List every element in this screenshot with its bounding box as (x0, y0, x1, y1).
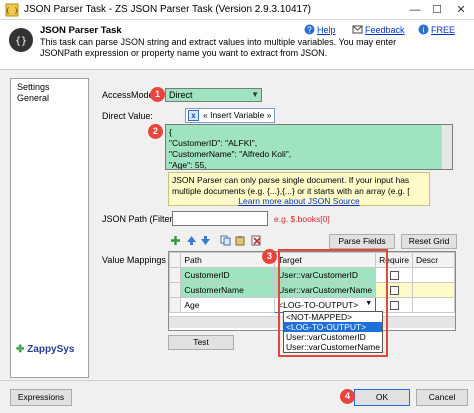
help-link[interactable]: Help (317, 25, 336, 35)
zappysys-logo: ✤ ZappySys (16, 344, 74, 355)
editor-line: "Age": 55, (169, 160, 207, 170)
direct-value-editor[interactable]: { "CustomerID": "ALFKI", "CustomerName":… (165, 124, 453, 170)
json-path-label: JSON Path (Filter) (102, 214, 176, 224)
value-mappings-label: Value Mappings (102, 255, 166, 265)
direct-value-label: Direct Value: (102, 111, 153, 121)
paste-icon[interactable] (235, 235, 246, 246)
require-checkbox[interactable] (389, 271, 399, 281)
path-cell[interactable]: CustomerID (180, 267, 276, 283)
step-badge-1: 1 (150, 87, 165, 102)
step-badge-3: 3 (262, 249, 277, 264)
feedback-icon (352, 25, 363, 34)
step-badge-4: 4 (340, 389, 355, 404)
editor-line: "CustomerID": "ALFKI", (169, 138, 258, 148)
step-badge-2: 2 (148, 124, 163, 139)
note-text: JSON Parser can only parse single docume… (172, 175, 410, 196)
add-icon[interactable] (170, 235, 181, 246)
chevron-down-icon: ▼ (251, 90, 259, 99)
feedback-link[interactable]: Feedback (365, 25, 405, 35)
column-header-descr[interactable]: Descr (411, 252, 455, 268)
header-title: JSON Parser Task (40, 25, 122, 36)
copy-icon[interactable] (220, 235, 231, 246)
delete-icon[interactable] (251, 235, 262, 246)
insert-variable-label: « Insert Variable » (203, 110, 272, 120)
svg-text:{}: {} (15, 36, 27, 47)
ok-button[interactable]: OK (354, 389, 410, 406)
editor-line: { (169, 127, 172, 137)
require-checkbox[interactable] (389, 286, 399, 296)
access-mode-label: AccessMode: (102, 90, 157, 100)
parse-fields-button[interactable]: Parse Fields (329, 234, 395, 249)
zappysys-logo-icon: ✤ (16, 344, 25, 355)
cancel-button[interactable]: Cancel (416, 389, 468, 406)
svg-text:?: ? (307, 26, 312, 35)
descr-cell[interactable] (411, 282, 455, 298)
svg-text:i: i (423, 26, 425, 35)
variable-icon: x (188, 110, 199, 121)
free-link[interactable]: FREE (431, 25, 455, 35)
test-button[interactable]: Test (168, 335, 234, 350)
logo-text: ZappySys (27, 344, 75, 355)
expressions-button[interactable]: Expressions (10, 389, 72, 406)
nav-item-settings[interactable]: Settings (17, 82, 50, 92)
insert-variable-button[interactable]: x « Insert Variable » (185, 108, 275, 123)
path-cell[interactable]: CustomerName (180, 282, 276, 298)
free-icon: i (418, 24, 429, 35)
parser-note: JSON Parser can only parse single docume… (168, 172, 430, 206)
down-icon[interactable] (200, 235, 211, 246)
window-title: JSON Parser Task - ZS JSON Parser Task (… (24, 4, 311, 15)
learn-more-link[interactable]: Learn more about JSON Source (238, 196, 359, 206)
row-header[interactable] (169, 297, 182, 313)
row-header-corner (169, 252, 182, 268)
reset-grid-button[interactable]: Reset Grid (401, 234, 457, 249)
json-path-input[interactable] (172, 211, 268, 226)
row-header[interactable] (169, 282, 182, 298)
path-cell[interactable]: Age (180, 297, 276, 313)
minimize-button[interactable]: — (404, 2, 426, 18)
descr-cell[interactable] (411, 267, 455, 283)
svg-text:{ }: { } (6, 7, 19, 15)
target-highlight-box (278, 249, 388, 357)
nav-item-general[interactable]: General (17, 93, 49, 103)
up-icon[interactable] (186, 235, 197, 246)
column-header-path[interactable]: Path (180, 252, 276, 268)
header-panel: {} JSON Parser Task This task can parse … (0, 20, 474, 70)
close-button[interactable]: ✕ (450, 2, 472, 18)
app-icon: { } (5, 3, 19, 17)
editor-line: "CustomerName": "Alfredo Koli", (169, 149, 292, 159)
task-logo-icon: {} (9, 28, 33, 52)
row-header[interactable] (169, 267, 182, 283)
access-mode-select[interactable]: Direct ▼ (165, 88, 262, 102)
json-path-hint: e.g. $.books[0] (274, 214, 330, 224)
access-mode-value: Direct (169, 90, 193, 100)
header-description: This task can parse JSON string and extr… (40, 37, 397, 58)
title-bar: { } JSON Parser Task - ZS JSON Parser Ta… (0, 0, 474, 20)
help-icon: ? (304, 24, 315, 35)
editor-scrollbar[interactable] (441, 125, 452, 169)
require-checkbox[interactable] (389, 301, 399, 311)
descr-cell[interactable] (411, 297, 455, 313)
settings-nav-panel: Settings General (10, 78, 89, 378)
maximize-button[interactable]: ☐ (426, 2, 448, 18)
